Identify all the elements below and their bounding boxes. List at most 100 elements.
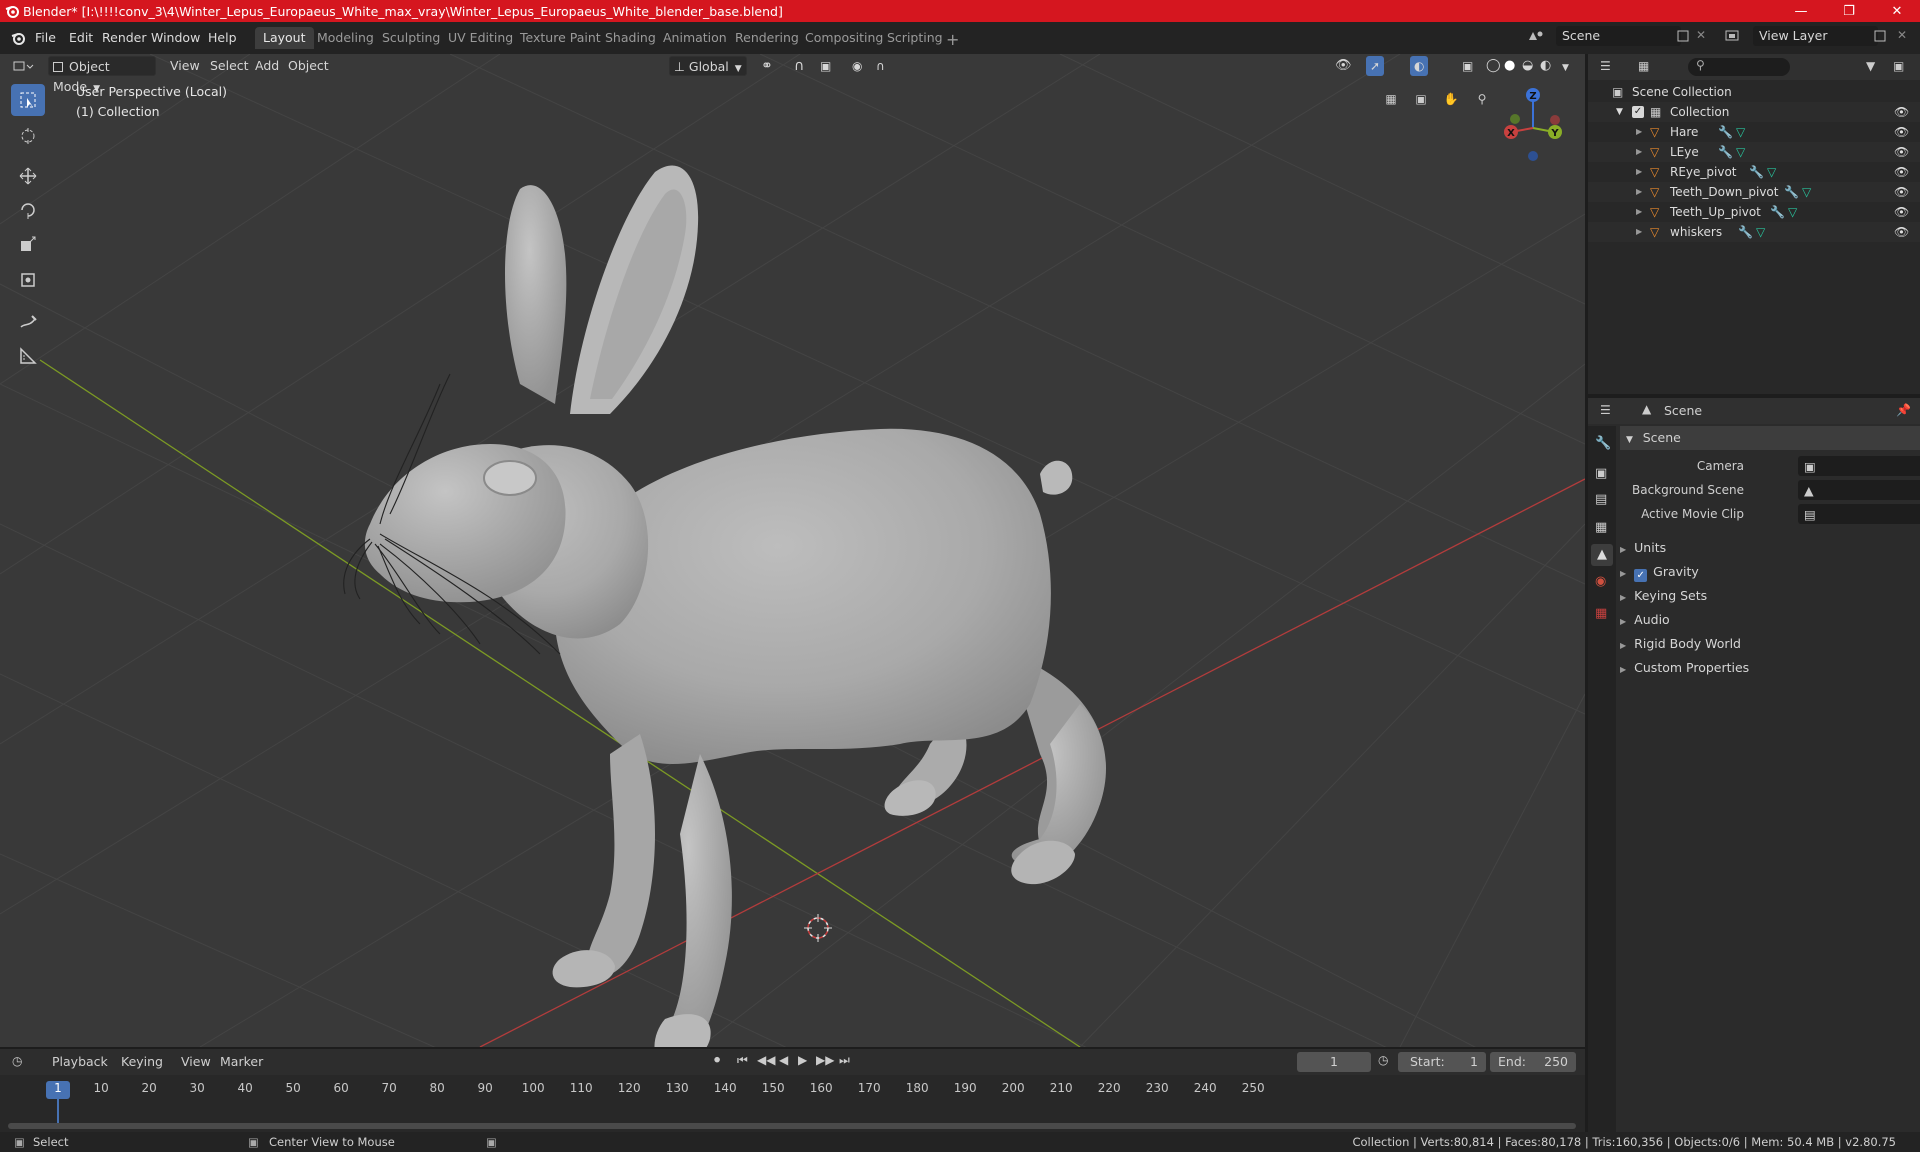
blender-menu-icon[interactable] [10,30,26,49]
render-tab-icon[interactable]: ▣ [1595,466,1607,481]
tab-animation[interactable]: Animation [655,27,735,49]
menu-edit[interactable]: Edit [69,30,93,45]
transform-tool[interactable] [11,264,45,296]
rigid-body-world-subpanel[interactable]: ▶ Rigid Body World [1620,632,1920,656]
menu-marker[interactable]: Marker [220,1054,263,1069]
measure-tool[interactable] [11,340,45,372]
scale-tool[interactable] [11,228,45,260]
outliner-row-collection[interactable]: ▼ ✓ ▦ Collection 👁 [1588,102,1920,122]
tab-modeling[interactable]: Modeling [309,27,382,49]
collection-checkbox[interactable]: ✓ [1632,106,1644,118]
pivot-point-icon[interactable]: ⚭ [757,56,777,76]
gizmo-toggle-icon[interactable]: ➚ [1366,56,1385,76]
outliner-row-object[interactable]: ▶ ▽ REye_pivot 🔧 ▽ 👁 [1588,162,1920,182]
play-icon[interactable]: ▶ [798,1053,807,1067]
overlay-toggle-icon[interactable]: ◐ [1410,56,1429,76]
expand-arrow-icon[interactable]: ▶ [1636,162,1642,182]
next-keyframe-icon[interactable]: ▶▶ [816,1053,834,1067]
expand-arrow-icon[interactable]: ▶ [1636,222,1642,242]
jump-start-icon[interactable]: ⏮ [737,1053,748,1068]
outliner-row-object[interactable]: ▶ ▽ Teeth_Down_pivot 🔧 ▽ 👁 [1588,182,1920,202]
menu-render[interactable]: Render [102,30,147,45]
expand-arrow-icon[interactable]: ▶ [1636,142,1642,162]
background-scene-field[interactable]: ▲ [1798,480,1920,500]
visibility-eye-icon[interactable]: 👁 [1894,222,1909,242]
tab-layout[interactable]: Layout [255,27,314,49]
menu-select[interactable]: Select [206,56,253,76]
toggle-perspective-icon[interactable]: ▦ [1380,88,1402,110]
camera-view-icon[interactable]: ▣ [1410,88,1432,110]
remove-viewlayer-icon[interactable]: ✕ [1897,28,1907,42]
filter-icon[interactable]: ▼ [1866,59,1875,73]
snap-target-icon[interactable]: ▣ [816,56,835,76]
expand-arrow-icon[interactable]: ▶ [1636,182,1642,202]
mode-dropdown[interactable]: Object Mode ▼ [48,56,156,94]
timeline-ruler[interactable]: 1 10 20 30 40 50 60 70 80 90 100 110 120 130 140 150 160… [0,1075,1585,1132]
add-workspace-icon[interactable]: + [946,30,959,49]
output-tab-icon[interactable]: ▤ [1595,492,1607,507]
menu-view[interactable]: View [166,56,204,76]
expand-arrow-icon[interactable]: ▼ [1616,102,1623,122]
new-collection-icon[interactable]: ▣ [1893,59,1904,73]
menu-add[interactable]: Add [251,56,283,76]
cursor-tool[interactable] [11,120,45,152]
visibility-eye-icon[interactable]: 👁 [1894,202,1909,222]
menu-file[interactable]: File [35,30,56,45]
material-shading-icon[interactable]: ◒ [1518,56,1537,76]
menu-keying[interactable]: Keying [121,1054,163,1069]
outliner-row-object[interactable]: ▶ ▽ LEye 🔧 ▽ 👁 [1588,142,1920,162]
pan-view-icon[interactable]: ✋ [1440,88,1462,110]
expand-arrow-icon[interactable]: ▶ [1636,202,1642,222]
preview-range-icon[interactable]: ◷ [1378,1053,1388,1067]
jump-end-icon[interactable]: ⏭ [839,1053,850,1068]
snap-magnet-icon[interactable]: ∩ [790,56,808,76]
scene-icon[interactable] [1527,29,1545,46]
viewlayer-selector[interactable]: View Layer [1753,26,1878,46]
menu-help[interactable]: Help [208,30,237,45]
3d-viewport[interactable] [0,54,1585,1047]
tab-texture-paint[interactable]: Texture Paint [512,27,609,49]
prev-keyframe-icon[interactable]: ◀◀ [757,1053,775,1067]
display-mode-icon[interactable]: ▦ [1638,59,1649,73]
record-icon[interactable]: ⚫ [712,1053,722,1067]
menu-object[interactable]: Object [284,56,333,76]
annotate-tool[interactable] [11,306,45,338]
tab-uv-editing[interactable]: UV Editing [440,27,521,49]
visibility-eye-icon[interactable]: 👁 [1894,162,1909,182]
world-tab-icon[interactable]: ◉ [1595,574,1606,589]
tab-compositing[interactable]: Compositing [797,27,891,49]
outliner-row-object[interactable]: ▶ ▽ Hare 🔧 ▽ 👁 [1588,122,1920,142]
proportional-edit-icon[interactable]: ◉ [848,56,866,76]
tab-rendering[interactable]: Rendering [727,27,807,49]
play-reverse-icon[interactable]: ◀ [779,1053,788,1067]
close-icon[interactable]: ✕ [1874,0,1920,22]
outliner-row-object[interactable]: ▶ ▽ whiskers 🔧 ▽ 👁 [1588,222,1920,242]
xray-toggle-icon[interactable]: ▣ [1458,56,1477,76]
tab-sculpting[interactable]: Sculpting [374,27,448,49]
tool-tab-icon[interactable]: 🔧 [1595,436,1611,451]
menu-timeline-view[interactable]: View [181,1054,211,1069]
outliner-search-input[interactable]: ⚲ [1688,58,1790,76]
timeline-scrollbar[interactable] [8,1123,1576,1129]
shading-options-chevron-icon[interactable]: ▼ [1558,58,1573,78]
expand-arrow-icon[interactable]: ▶ [1636,122,1642,142]
scene-panel-header[interactable]: ▼ Scene [1620,426,1920,450]
active-movie-clip-field[interactable]: ▤ [1798,504,1920,524]
pin-icon[interactable]: 📌 [1896,403,1911,417]
new-scene-icon[interactable] [1676,29,1690,46]
outliner-row-scene-collection[interactable]: ▣ Scene Collection [1588,82,1920,102]
maximize-icon[interactable]: ❐ [1826,0,1872,22]
timeline-editor-type-icon[interactable]: ◷ [12,1054,22,1068]
remove-scene-icon[interactable]: ✕ [1696,28,1706,42]
audio-subpanel[interactable]: ▶ Audio [1620,608,1920,632]
falloff-icon[interactable]: ∩ [872,56,889,76]
start-frame-field[interactable]: Start: 1 [1398,1052,1486,1072]
visibility-filter-icon[interactable]: 👁 [1331,56,1356,76]
new-viewlayer-icon[interactable] [1873,29,1887,46]
move-tool[interactable] [11,160,45,192]
zoom-view-icon[interactable]: ⚲ [1471,88,1493,110]
select-box-tool[interactable] [11,84,45,116]
editor-type-icon[interactable] [12,59,34,76]
navigation-gizmo[interactable]: Z Y X [1495,84,1575,164]
units-subpanel[interactable]: ▶ Units [1620,536,1920,560]
